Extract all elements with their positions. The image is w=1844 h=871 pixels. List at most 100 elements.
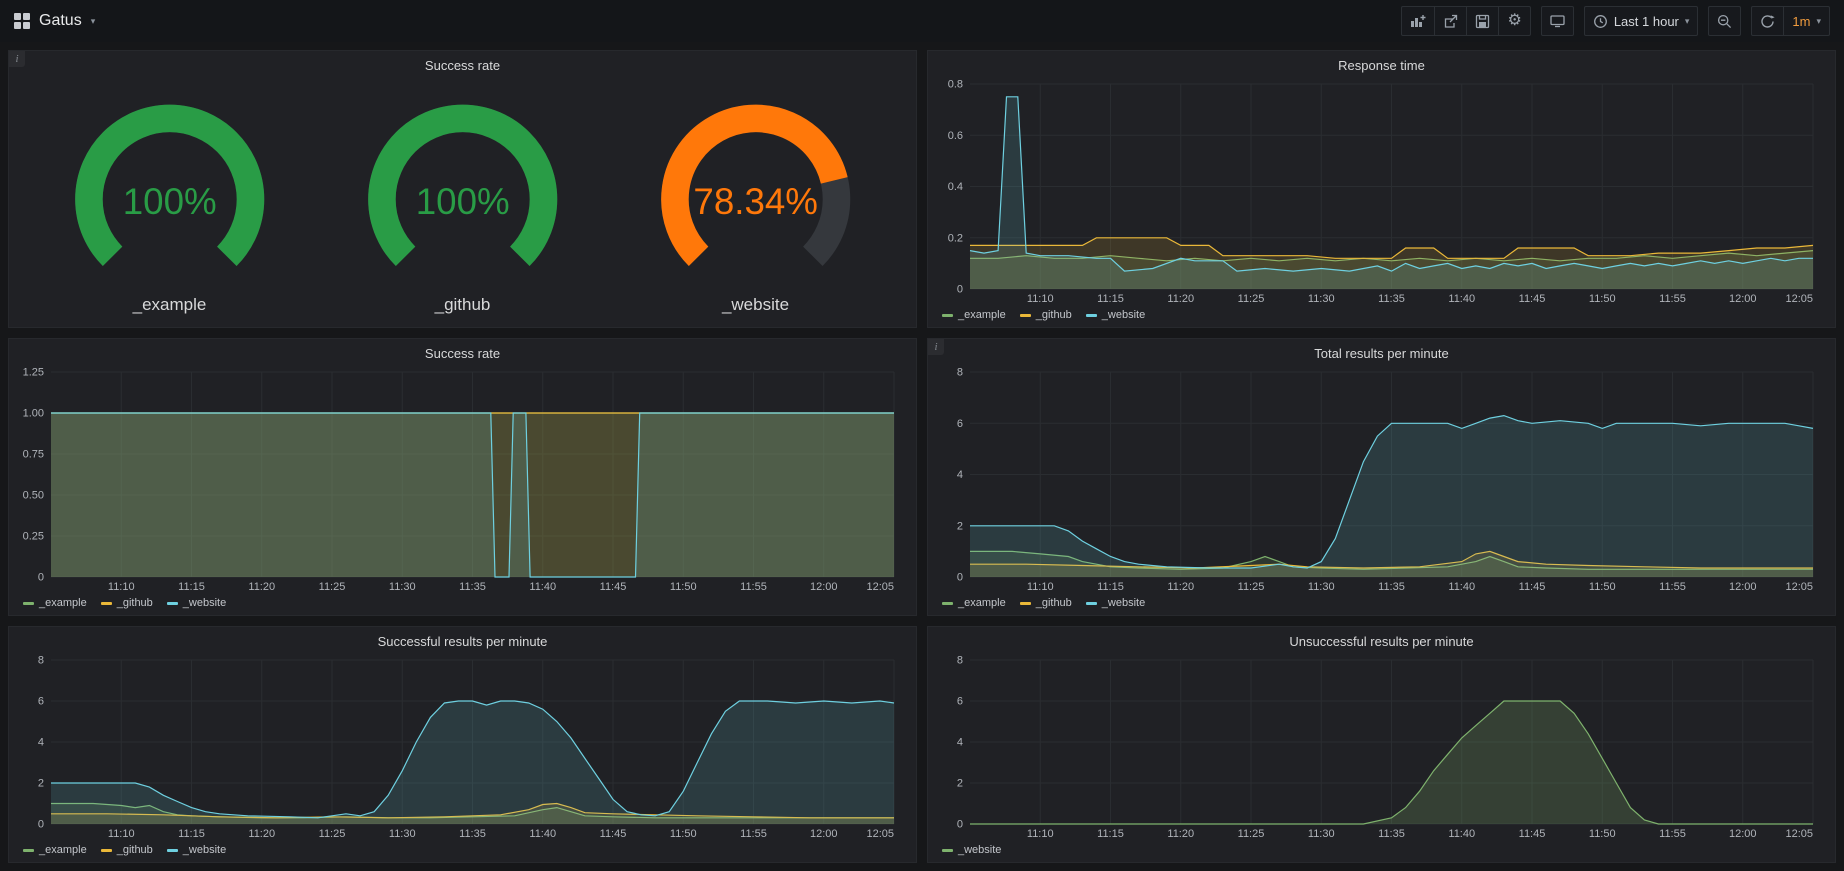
- x-axis-label: 11:50: [1589, 293, 1616, 305]
- y-axis-label: 6: [957, 696, 963, 708]
- x-axis-label: 11:30: [389, 581, 416, 593]
- legend-marker: [167, 849, 178, 852]
- refresh-button[interactable]: [1751, 6, 1784, 36]
- x-axis-label: 11:55: [1659, 293, 1686, 305]
- legend-marker: [23, 602, 34, 605]
- cycle-view-button[interactable]: [1541, 6, 1574, 36]
- legend-item-_example[interactable]: _example: [23, 844, 87, 856]
- series-fill-_website: [970, 416, 1813, 577]
- legend-item-_github[interactable]: _github: [101, 844, 153, 856]
- y-axis-label: 4: [38, 737, 44, 749]
- panel-success-rate-gauges: i Success rate 100% _example 100% _githu…: [8, 50, 917, 328]
- x-axis-label: 11:35: [459, 581, 486, 593]
- save-button[interactable]: [1466, 6, 1499, 36]
- legend-marker: [942, 849, 953, 852]
- legend-item-_example[interactable]: _example: [23, 597, 87, 609]
- y-axis-label: 1.00: [23, 408, 44, 420]
- y-axis-label: 0.2: [948, 232, 963, 244]
- legend: _example _github _website: [928, 307, 1835, 327]
- add-panel-button[interactable]: [1401, 6, 1435, 36]
- panel-title[interactable]: Success rate: [9, 339, 916, 364]
- legend: _example _github _website: [9, 595, 916, 615]
- total-results-chart[interactable]: 0246811:1011:1511:2011:2511:3011:3511:40…: [934, 366, 1827, 595]
- response-time-chart[interactable]: 00.20.40.60.811:1011:1511:2011:2511:3011…: [934, 78, 1827, 307]
- settings-button[interactable]: ⚙: [1498, 6, 1530, 36]
- legend-item-_website[interactable]: _website: [1086, 597, 1145, 609]
- x-axis-label: 11:20: [1167, 828, 1194, 840]
- unsuccessful-results-chart[interactable]: 0246811:1011:1511:2011:2511:3011:3511:40…: [934, 654, 1827, 842]
- panel-title[interactable]: Successful results per minute: [9, 627, 916, 652]
- total_rpm-plot: 0246811:1011:1511:2011:2511:3011:3511:40…: [934, 366, 1827, 595]
- refresh-icon: [1760, 14, 1775, 29]
- series-fill-_website: [51, 413, 894, 577]
- refresh-interval-label: 1m: [1792, 14, 1810, 29]
- x-axis-label: 11:40: [1448, 581, 1475, 593]
- y-axis-label: 2: [957, 520, 963, 532]
- share-button[interactable]: [1434, 6, 1467, 36]
- panel-info-icon[interactable]: i: [928, 339, 944, 355]
- legend-item-_website[interactable]: _website: [167, 844, 226, 856]
- time-picker-button[interactable]: Last 1 hour ▾: [1584, 6, 1699, 36]
- legend-item-_example[interactable]: _example: [942, 597, 1006, 609]
- panel-title[interactable]: Response time: [928, 51, 1835, 76]
- y-axis-label: 0.6: [948, 130, 963, 142]
- successful_rpm-plot: 0246811:1011:1511:2011:2511:3011:3511:40…: [15, 654, 908, 842]
- refresh-interval-button[interactable]: 1m ▾: [1783, 6, 1830, 36]
- success-rate-chart[interactable]: 00.250.500.751.001.2511:1011:1511:2011:2…: [15, 366, 908, 595]
- legend-marker: [167, 602, 178, 605]
- x-axis-label: 11:15: [1097, 828, 1124, 840]
- legend-item-_github[interactable]: _github: [101, 597, 153, 609]
- x-axis-label: 11:55: [740, 828, 767, 840]
- x-axis-label: 11:10: [108, 581, 135, 593]
- x-axis-label: 11:30: [389, 828, 416, 840]
- x-axis-label: 11:25: [319, 828, 346, 840]
- panel-title[interactable]: Unsuccessful results per minute: [928, 627, 1835, 652]
- x-axis-label: 11:45: [600, 581, 627, 593]
- panel-total-results: i Total results per minute 0246811:1011:…: [927, 338, 1836, 616]
- legend-item-_github[interactable]: _github: [1020, 309, 1072, 321]
- legend-item-_website[interactable]: _website: [167, 597, 226, 609]
- zoom-out-button[interactable]: [1708, 6, 1741, 36]
- refresh-group: 1m ▾: [1751, 6, 1830, 36]
- x-axis-label: 11:10: [1027, 828, 1054, 840]
- gauge-arc-github: 100%: [325, 76, 600, 293]
- panel-title[interactable]: Total results per minute: [928, 339, 1835, 364]
- panel-info-icon[interactable]: i: [9, 51, 25, 67]
- gear-icon: ⚙: [1507, 13, 1521, 29]
- x-axis-label: 11:25: [1238, 828, 1265, 840]
- x-axis-label: 11:10: [1027, 581, 1054, 593]
- save-icon: [1475, 14, 1490, 29]
- time-picker-caret-icon: ▾: [1685, 17, 1690, 26]
- x-axis-label: 12:05: [1785, 581, 1813, 593]
- legend-marker: [1020, 314, 1031, 317]
- y-axis-label: 0: [957, 572, 963, 584]
- x-axis-label: 11:30: [1308, 828, 1335, 840]
- y-axis-label: 0.25: [23, 531, 44, 543]
- gauges-row: 100% _example 100% _github 78.34% _websi…: [9, 76, 916, 327]
- legend-item-_website[interactable]: _website: [942, 844, 1001, 856]
- dashboards-icon[interactable]: [14, 13, 30, 29]
- legend-item-_website[interactable]: _website: [1086, 309, 1145, 321]
- x-axis-label: 11:55: [1659, 581, 1686, 593]
- x-axis-label: 11:15: [178, 828, 205, 840]
- x-axis-label: 12:05: [866, 581, 894, 593]
- y-axis-label: 0.4: [948, 181, 963, 193]
- x-axis-label: 11:20: [1167, 581, 1194, 593]
- legend-item-_github[interactable]: _github: [1020, 597, 1072, 609]
- x-axis-label: 11:35: [459, 828, 486, 840]
- legend: _example _github _website: [9, 842, 916, 862]
- legend-item-_example[interactable]: _example: [942, 309, 1006, 321]
- x-axis-label: 12:05: [1785, 828, 1813, 840]
- successful-results-chart[interactable]: 0246811:1011:1511:2011:2511:3011:3511:40…: [15, 654, 908, 842]
- x-axis-label: 12:05: [866, 828, 894, 840]
- y-axis-label: 0.50: [23, 490, 44, 502]
- zoom-out-icon: [1717, 14, 1732, 29]
- x-axis-label: 11:20: [248, 581, 275, 593]
- x-axis-label: 11:50: [1589, 828, 1616, 840]
- dashboard-caret-icon[interactable]: ▾: [91, 17, 96, 26]
- panel-title[interactable]: Success rate: [9, 51, 916, 76]
- panel-success-rate-graph: Success rate 00.250.500.751.001.2511:101…: [8, 338, 917, 616]
- dashboard-title[interactable]: Gatus: [39, 12, 82, 30]
- tv-icon: [1550, 14, 1565, 28]
- dashboard-actions-group: ⚙: [1401, 6, 1530, 36]
